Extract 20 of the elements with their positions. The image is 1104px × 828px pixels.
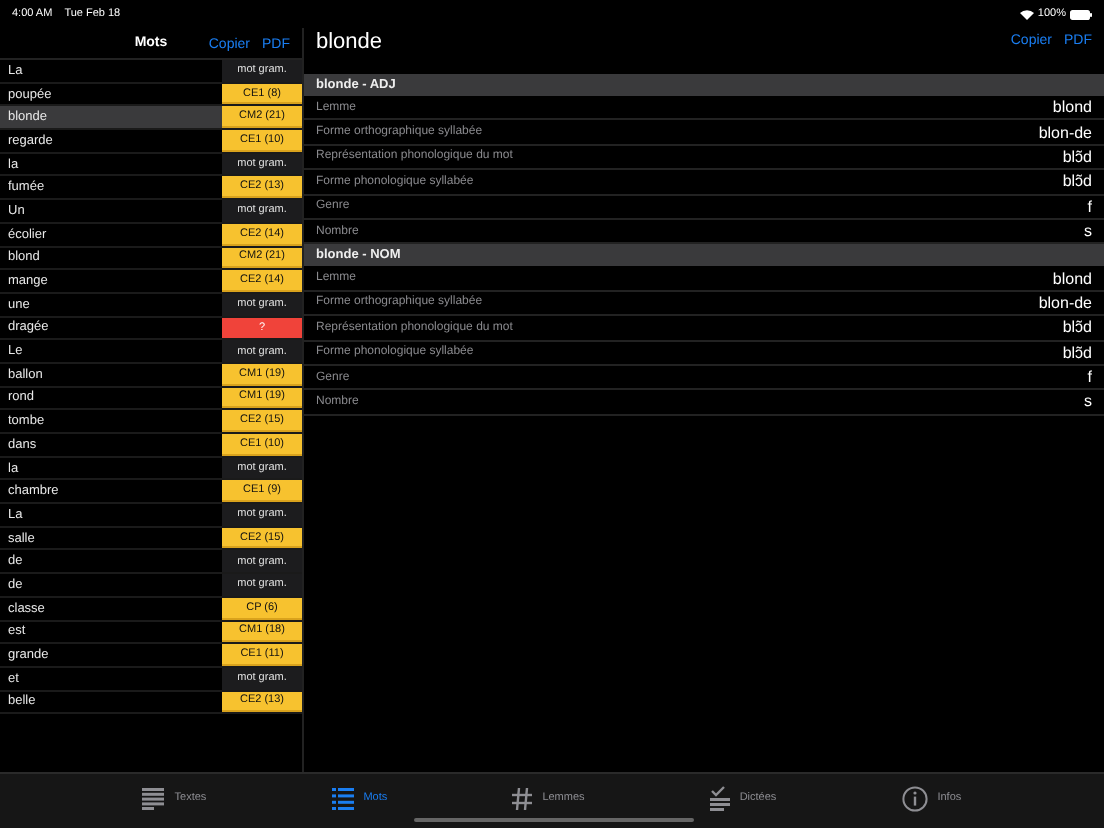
- property-value: blɔ̃d: [1062, 172, 1092, 191]
- wifi-icon: [1019, 9, 1034, 19]
- list-icon: [331, 787, 354, 809]
- property-value: f: [1087, 197, 1092, 216]
- property-value: blɔ̃d: [1062, 147, 1092, 166]
- property-value: blond: [1052, 98, 1092, 117]
- property-value: blɔ̃d: [1062, 343, 1092, 362]
- property-value: s: [1084, 222, 1092, 241]
- text-lines-icon: [142, 787, 165, 809]
- checklist-icon: [709, 785, 730, 811]
- battery-icon: [1070, 9, 1092, 19]
- property-value: blond: [1052, 269, 1092, 288]
- property-value: blɔ̃d: [1062, 318, 1092, 337]
- property-value: s: [1084, 392, 1092, 411]
- detail-title: blonde: [316, 29, 385, 53]
- property-value: blon-de: [1038, 293, 1092, 312]
- hash-icon: [512, 787, 533, 809]
- property-value: blon-de: [1038, 123, 1092, 142]
- property-value: f: [1087, 368, 1092, 387]
- info-icon: [901, 785, 928, 811]
